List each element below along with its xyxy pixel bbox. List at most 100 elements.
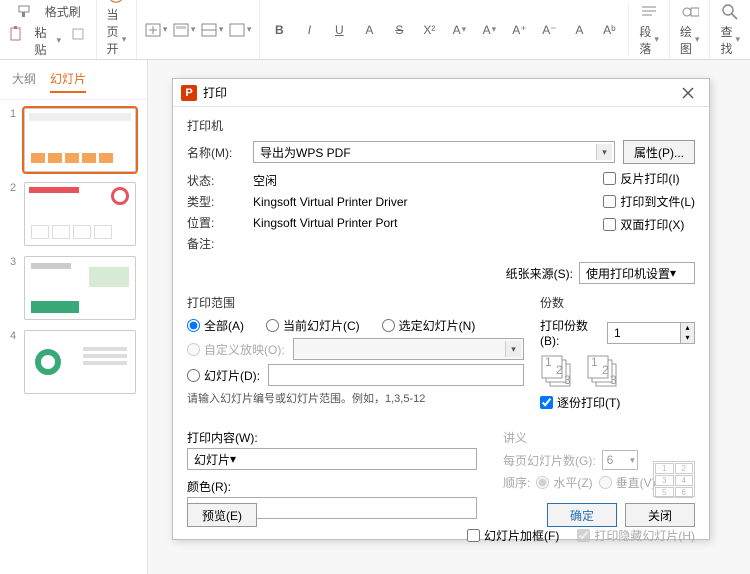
copies-spinner[interactable]: ▴▾ xyxy=(607,322,695,344)
tab-slides[interactable]: 幻灯片 xyxy=(50,70,86,93)
svg-text:3: 3 xyxy=(564,373,571,387)
more-font-icon[interactable]: Aᵇ xyxy=(598,20,620,40)
status-value: 空闲 xyxy=(253,172,277,189)
range-section-title: 打印范围 xyxy=(187,294,524,311)
spin-up-icon[interactable]: ▴ xyxy=(680,323,694,333)
section-icon[interactable]: ▾ xyxy=(201,20,223,40)
per-page-select: 6▾ xyxy=(602,450,638,470)
paper-source-select[interactable]: 使用打印机设置 ▾ xyxy=(579,262,695,284)
find-label: 查找 xyxy=(720,23,732,57)
dialog-titlebar: P 打印 xyxy=(173,79,709,107)
preview-button[interactable]: 预览(E) xyxy=(187,503,257,527)
layout-icon[interactable]: ▾ xyxy=(173,20,195,40)
range-hint: 请输入幻灯片编号或幻灯片范围。例如，1,3,5-12 xyxy=(187,390,524,406)
range-all-radio[interactable]: 全部(A) xyxy=(187,317,244,334)
chevron-down-icon: ▾ xyxy=(505,341,521,357)
slides-range-input[interactable] xyxy=(268,364,524,386)
reset-icon[interactable]: ▾ xyxy=(229,20,251,40)
print-to-file-checkbox[interactable]: 打印到文件(L) xyxy=(603,193,695,210)
highlight-icon[interactable]: A▾ xyxy=(478,20,500,40)
italic-icon[interactable]: I xyxy=(298,20,320,40)
font-down-icon[interactable]: A⁻ xyxy=(538,20,560,40)
strike2-icon[interactable]: S xyxy=(388,20,410,40)
dialog-footer: 预览(E) 确定 关闭 xyxy=(187,503,695,527)
order-h-radio: 水平(Z) xyxy=(536,474,592,491)
order-v-radio: 垂直(V) xyxy=(599,474,656,491)
where-label: 位置: xyxy=(187,214,245,231)
spin-down-icon[interactable]: ▾ xyxy=(680,333,694,343)
color-label: 颜色(R): xyxy=(187,478,487,495)
chevron-down-icon[interactable]: ▾ xyxy=(230,452,236,466)
comment-label: 备注: xyxy=(187,235,245,252)
paste-icon[interactable] xyxy=(8,24,27,44)
svg-text:1: 1 xyxy=(591,355,598,369)
printer-section: 打印机 名称(M): 导出为WPS PDF ▾ 属性(P)... 状态:空闲 类… xyxy=(187,117,695,284)
search-icon xyxy=(721,3,739,21)
format-painter-icon[interactable] xyxy=(15,2,37,22)
list-item[interactable]: 4 xyxy=(10,330,137,394)
frame-checkbox[interactable]: 幻灯片加框(F) xyxy=(467,527,559,544)
font-up-icon[interactable]: A⁺ xyxy=(508,20,530,40)
hidden-slides-checkbox: 打印隐藏幻灯片(H) xyxy=(577,527,695,544)
chevron-down-icon[interactable]: ▾ xyxy=(670,266,676,280)
handout-section-title: 讲义 xyxy=(503,429,695,446)
per-page-label: 每页幻灯片数(G): xyxy=(503,452,596,469)
format-painter-label[interactable]: 格式刷 xyxy=(45,2,81,22)
collate-checkbox[interactable]: 逐份打印(T) xyxy=(540,394,695,411)
underline-icon[interactable]: U xyxy=(328,20,350,40)
where-value: Kingsoft Virtual Printer Port xyxy=(253,216,398,230)
clear-format-icon[interactable]: A xyxy=(568,20,590,40)
properties-button[interactable]: 属性(P)... xyxy=(623,140,695,164)
custom-show-select: ▾ xyxy=(293,338,524,360)
draw-button[interactable]: 绘图▾ xyxy=(678,0,702,61)
printer-section-title: 打印机 xyxy=(187,117,695,134)
range-slides-radio[interactable]: 幻灯片(D): xyxy=(187,367,260,384)
collate-illustration: 123 123 xyxy=(540,354,630,388)
superscript-icon[interactable]: X² xyxy=(418,20,440,40)
cancel-button[interactable]: 关闭 xyxy=(625,503,695,527)
find-button[interactable]: 查找▾ xyxy=(718,0,742,61)
print-content-select[interactable]: 幻灯片▾ xyxy=(187,448,477,470)
range-current-radio[interactable]: 当前幻灯片(C) xyxy=(266,317,360,334)
tab-outline[interactable]: 大纲 xyxy=(12,70,36,93)
type-label: 类型: xyxy=(187,193,245,210)
clipboard-group: 格式刷 粘贴▾ xyxy=(0,0,97,59)
ok-button[interactable]: 确定 xyxy=(547,503,617,527)
shapes-icon xyxy=(681,3,699,21)
svg-text:2: 2 xyxy=(556,363,563,377)
paragraph-label: 段落 xyxy=(639,23,651,57)
paragraph-icon xyxy=(640,3,658,21)
slide-group: ▾ ▾ ▾ ▾ xyxy=(137,0,260,59)
reverse-print-checkbox[interactable]: 反片打印(I) xyxy=(603,170,679,187)
strike-icon[interactable]: A xyxy=(358,20,380,40)
paste-options-icon[interactable] xyxy=(69,24,88,44)
paste-label[interactable]: 粘贴▾ xyxy=(35,24,62,58)
list-item[interactable]: 2 xyxy=(10,182,137,246)
new-slide-icon[interactable]: ▾ xyxy=(145,20,167,40)
draw-group: 绘图▾ xyxy=(670,0,711,59)
font-color-icon[interactable]: A▾ xyxy=(448,20,470,40)
copies-input[interactable] xyxy=(608,323,680,343)
font-group: B I U A S X² A▾ A▾ A⁺ A⁻ A Aᵇ xyxy=(260,4,629,55)
content-value: 幻灯片 xyxy=(194,451,230,468)
paragraph-button[interactable]: 段落▾ xyxy=(637,0,661,61)
handout-preview: 123456 xyxy=(653,461,695,497)
paper-source-label: 纸张来源(S): xyxy=(506,265,573,282)
list-item[interactable]: 3 xyxy=(10,256,137,320)
copies-label: 打印份数(B): xyxy=(540,317,599,348)
order-label: 顺序: xyxy=(503,474,530,491)
bold-icon[interactable]: B xyxy=(268,20,290,40)
duplex-checkbox[interactable]: 双面打印(X) xyxy=(603,216,684,233)
printer-name-label: 名称(M): xyxy=(187,144,245,161)
sidebar-tabs: 大纲 幻灯片 xyxy=(0,60,147,100)
range-selected-radio[interactable]: 选定幻灯片(N) xyxy=(382,317,476,334)
chevron-down-icon[interactable]: ▾ xyxy=(596,144,612,160)
list-item[interactable]: 1 xyxy=(10,108,137,172)
copies-section: 份数 打印份数(B): ▴▾ 123 123 逐份打印(T) xyxy=(540,294,695,411)
svg-text:2: 2 xyxy=(602,363,609,377)
printer-name-select[interactable]: 导出为WPS PDF ▾ xyxy=(253,141,615,163)
close-icon[interactable] xyxy=(675,83,701,103)
svg-text:3: 3 xyxy=(610,373,617,387)
sidebar: 大纲 幻灯片 1 2 3 4 xyxy=(0,60,148,574)
paper-source-value: 使用打印机设置 xyxy=(586,265,670,282)
